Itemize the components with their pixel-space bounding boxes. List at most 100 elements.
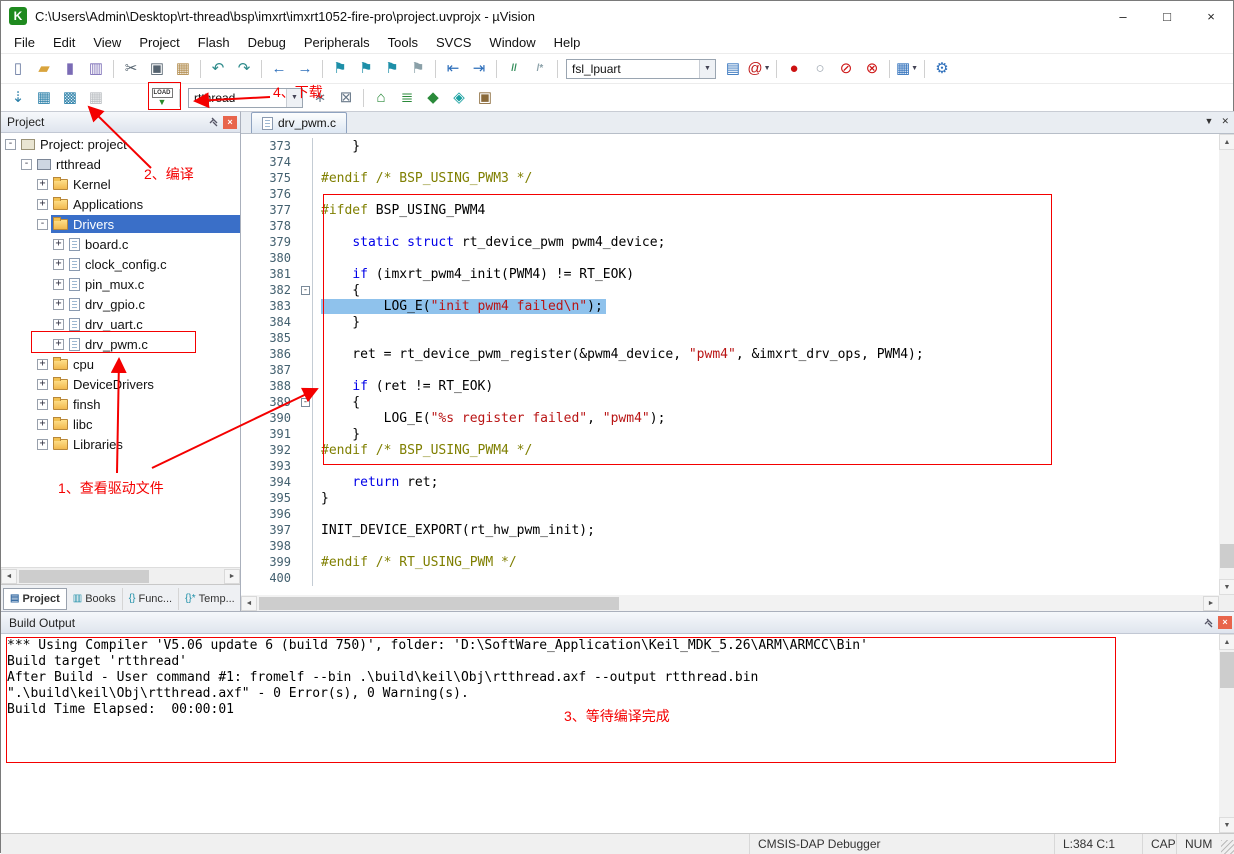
save-all-icon[interactable]: ▥ — [84, 57, 108, 81]
disable-all-breakpoints-icon[interactable]: ⊘ — [834, 57, 858, 81]
code-line-380[interactable]: 380 — [241, 250, 1219, 266]
chevron-down-icon[interactable]: ▼ — [699, 60, 715, 78]
scroll-thumb[interactable] — [259, 597, 619, 610]
options-for-target-icon[interactable]: ∗ — [308, 86, 332, 110]
code-line-379[interactable]: 379 static struct rt_device_pwm pwm4_dev… — [241, 234, 1219, 250]
expand-icon[interactable]: + — [53, 339, 64, 350]
close-panel-icon[interactable]: × — [1218, 616, 1232, 629]
cut-icon[interactable]: ✂ — [119, 57, 143, 81]
chevron-down-icon[interactable]: ▼ — [764, 65, 771, 72]
insert-breakpoint-icon[interactable]: ● — [782, 57, 806, 81]
undo-icon[interactable]: ↶ — [206, 57, 230, 81]
maximize-button[interactable]: □ — [1145, 1, 1189, 31]
target-select-combo[interactable]: rtthread▼ — [188, 88, 303, 108]
code-line-386[interactable]: 386 ret = rt_device_pwm_register(&pwm4_d… — [241, 346, 1219, 362]
code-line-381[interactable]: 381 if (imxrt_pwm4_init(PWM4) != RT_EOK) — [241, 266, 1219, 282]
scroll-left-icon[interactable]: ◄ — [1, 569, 17, 584]
expand-icon[interactable]: + — [37, 359, 48, 370]
tree-item-drv-uart-c[interactable]: +drv_uart.c — [1, 314, 240, 334]
code-line-385[interactable]: 385 — [241, 330, 1219, 346]
expand-icon[interactable]: + — [37, 399, 48, 410]
bookmark-prev-icon[interactable]: ⚑ — [354, 57, 378, 81]
scroll-right-icon[interactable]: ► — [224, 569, 240, 584]
tree-item-libc[interactable]: +libc — [1, 414, 240, 434]
editor-tab-drv-pwm-c[interactable]: drv_pwm.c — [251, 112, 347, 133]
scroll-thumb[interactable] — [1220, 544, 1234, 568]
chevron-down-icon[interactable]: ▼ — [911, 65, 918, 72]
build-output-text[interactable]: *** Using Compiler 'V5.06 update 6 (buil… — [1, 634, 1219, 833]
pin-icon[interactable] — [1202, 617, 1214, 629]
indent-icon[interactable]: ⇥ — [467, 57, 491, 81]
kill-all-breakpoints-icon[interactable]: ⊗ — [860, 57, 884, 81]
project-hscrollbar[interactable]: ◄ ► — [1, 567, 240, 584]
close-tab-icon[interactable]: ✕ — [1221, 116, 1229, 127]
build-icon[interactable]: ▦ — [32, 86, 56, 110]
tree-item-project-project[interactable]: -Project: project — [1, 134, 240, 154]
scroll-thumb[interactable] — [19, 570, 149, 583]
tree-item-libraries[interactable]: +Libraries — [1, 434, 240, 454]
tree-item-devicedrivers[interactable]: +DeviceDrivers — [1, 374, 240, 394]
tree-item-pin-mux-c[interactable]: +pin_mux.c — [1, 274, 240, 294]
code-line-388[interactable]: 388 if (ret != RT_EOK) — [241, 378, 1219, 394]
pin-icon[interactable] — [207, 116, 219, 128]
tab-list-chevron-icon[interactable]: ▼ — [1205, 116, 1214, 127]
chevron-down-icon[interactable]: ▼ — [286, 89, 302, 107]
find-icon[interactable]: @▼ — [747, 57, 771, 81]
expand-icon[interactable]: + — [53, 319, 64, 330]
code-line-400[interactable]: 400 — [241, 570, 1219, 586]
tree-item-drv-gpio-c[interactable]: +drv_gpio.c — [1, 294, 240, 314]
navigate-forward-icon[interactable]: → — [293, 57, 317, 81]
code-line-384[interactable]: 384 } — [241, 314, 1219, 330]
find-text-combo[interactable]: fsl_lpuart▼ — [566, 59, 716, 79]
menu-item-edit[interactable]: Edit — [44, 33, 84, 52]
code-line-393[interactable]: 393 — [241, 458, 1219, 474]
new-file-icon[interactable]: ▯ — [6, 57, 30, 81]
manage-project-items-icon[interactable]: ≣ — [395, 86, 419, 110]
code-line-383[interactable]: 383 LOG_E("init pwm4 failed\n"); — [241, 298, 1219, 314]
expand-icon[interactable]: + — [37, 199, 48, 210]
editor-vscrollbar[interactable]: ▲ ▼ — [1219, 134, 1234, 595]
fold-collapse-icon[interactable]: - — [301, 286, 310, 295]
scroll-right-icon[interactable]: ► — [1203, 596, 1219, 611]
collapse-icon[interactable]: - — [37, 219, 48, 230]
code-line-390[interactable]: 390 LOG_E("%s register failed", "pwm4"); — [241, 410, 1219, 426]
editor-hscrollbar[interactable]: ◄ ► — [241, 595, 1219, 611]
build-output-vscrollbar[interactable]: ▲ ▼ — [1219, 634, 1234, 833]
code-line-374[interactable]: 374 — [241, 154, 1219, 170]
collapse-icon[interactable]: - — [5, 139, 16, 150]
rebuild-icon[interactable]: ▩ — [58, 86, 82, 110]
code-editor[interactable]: 373 }374375#endif /* BSP_USING_PWM3 */37… — [241, 134, 1219, 595]
code-line-399[interactable]: 399#endif /* RT_USING_PWM */ — [241, 554, 1219, 570]
scroll-left-icon[interactable]: ◄ — [241, 596, 257, 611]
panel-tab-temp[interactable]: {}*Temp... — [179, 588, 242, 610]
close-panel-icon[interactable]: × — [223, 116, 237, 129]
tree-item-drv-pwm-c[interactable]: +drv_pwm.c — [1, 334, 240, 354]
configure-tools-icon[interactable]: ⚙ — [930, 57, 954, 81]
expand-icon[interactable]: + — [53, 259, 64, 270]
expand-icon[interactable]: + — [53, 279, 64, 290]
menu-item-svcs[interactable]: SVCS — [427, 33, 480, 52]
scroll-up-icon[interactable]: ▲ — [1219, 134, 1234, 150]
copy-icon[interactable]: ▣ — [145, 57, 169, 81]
expand-icon[interactable]: + — [37, 439, 48, 450]
tree-item-finsh[interactable]: +finsh — [1, 394, 240, 414]
open-file-icon[interactable]: ▰ — [32, 57, 56, 81]
redo-icon[interactable]: ↷ — [232, 57, 256, 81]
scroll-track[interactable] — [257, 596, 1203, 611]
code-line-398[interactable]: 398 — [241, 538, 1219, 554]
batch-build-icon[interactable]: ▦ — [84, 86, 108, 110]
panel-tab-func[interactable]: {}Func... — [123, 588, 179, 610]
scroll-track[interactable] — [17, 569, 224, 584]
tree-item-cpu[interactable]: +cpu — [1, 354, 240, 374]
scroll-up-icon[interactable]: ▲ — [1219, 634, 1234, 650]
panel-tab-project[interactable]: ▤Project — [3, 588, 67, 610]
code-line-394[interactable]: 394 return ret; — [241, 474, 1219, 490]
tree-item-kernel[interactable]: +Kernel — [1, 174, 240, 194]
translate-file-icon[interactable]: ⇣ — [6, 86, 30, 110]
resize-grip[interactable] — [1221, 840, 1234, 854]
expand-icon[interactable]: + — [37, 179, 48, 190]
menu-item-help[interactable]: Help — [545, 33, 590, 52]
menu-item-view[interactable]: View — [84, 33, 130, 52]
pack-installer-icon[interactable]: ◆ — [421, 86, 445, 110]
panel-tab-books[interactable]: ▥Books — [67, 588, 123, 610]
